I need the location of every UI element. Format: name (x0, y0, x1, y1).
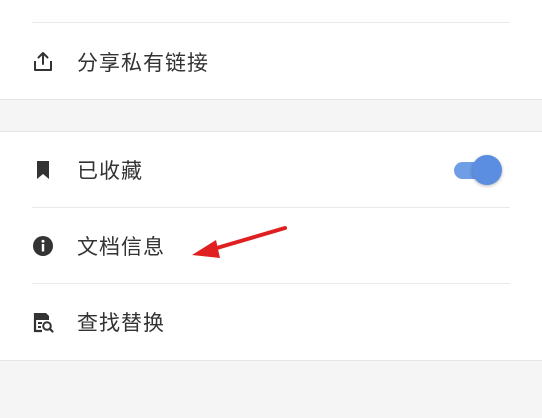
section-separator (0, 360, 542, 418)
divider (32, 22, 510, 23)
menu-panel: 分享私有链接 已收藏 文档信息 查找替换 (0, 0, 542, 418)
info-circle-icon (32, 235, 54, 257)
menu-item-label: 文档信息 (77, 235, 165, 259)
toggle-knob (472, 155, 502, 185)
menu-item-document-info[interactable]: 文档信息 (0, 208, 542, 284)
menu-item-share-private-link[interactable]: 分享私有链接 (0, 24, 542, 100)
favorite-toggle[interactable] (452, 155, 504, 185)
menu-item-label: 查找替换 (77, 311, 165, 335)
find-replace-icon (32, 311, 54, 333)
share-upload-icon (32, 51, 54, 73)
menu-item-find-replace[interactable]: 查找替换 (0, 284, 542, 360)
section-separator (0, 99, 542, 132)
menu-item-favorited[interactable]: 已收藏 (0, 132, 542, 208)
menu-item-label: 分享私有链接 (77, 51, 209, 75)
menu-item-label: 已收藏 (77, 159, 143, 183)
bookmark-icon (32, 159, 54, 181)
